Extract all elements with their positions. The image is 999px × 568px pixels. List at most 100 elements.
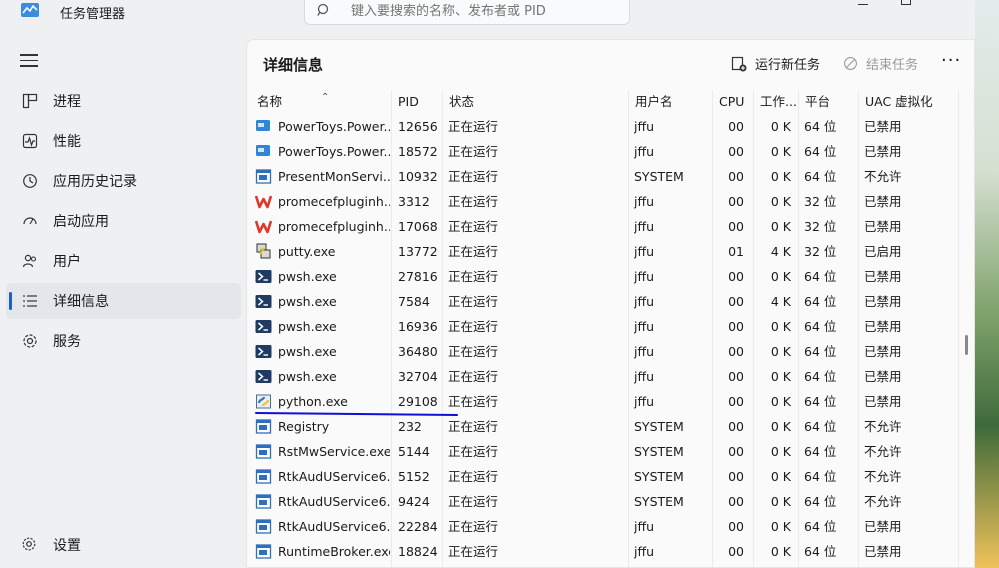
pwsh-process-icon (255, 368, 272, 385)
wps-process-icon (254, 193, 273, 210)
cell-mem: 0 K (770, 119, 791, 134)
cell-user: jffu (634, 319, 655, 334)
cell-mem: 0 K (770, 344, 791, 359)
table-row[interactable]: pwsh.exe 36480 正在运行 jffu 00 0 K 64 位 已禁用 (247, 339, 958, 364)
cell-name: pwsh.exe (278, 344, 337, 359)
cell-uac: 已禁用 (864, 219, 902, 234)
column-header-username[interactable]: 用户名 (628, 90, 712, 114)
table-row[interactable]: PresentMonServi... 10932 正在运行 SYSTEM 00 0 K 64… (247, 164, 958, 189)
cell-platform: 64 位 (804, 169, 837, 184)
cell-platform: 64 位 (804, 294, 837, 309)
table-row[interactable]: RtkAudUService6... 22284 正在运行 jffu 00 0 K 64 位… (247, 514, 958, 539)
cell-name: Registry (278, 419, 330, 434)
sidebar-item-users[interactable]: 用户 (6, 243, 241, 279)
table-row[interactable]: pwsh.exe 16936 正在运行 jffu 00 0 K 64 位 已禁用 (247, 314, 958, 339)
column-header-working-set[interactable]: 工作... (753, 90, 798, 114)
table-row[interactable]: PowerToys.Power... 18572 正在运行 jffu 00 0 K 64 位… (247, 139, 958, 164)
cell-pid: 17068 (398, 219, 438, 234)
cell-platform: 64 位 (804, 419, 837, 434)
close-button[interactable] (940, 0, 986, 8)
table-row[interactable]: pwsh.exe 32704 正在运行 jffu 00 0 K 64 位 已禁用 (247, 364, 958, 389)
cell-user: SYSTEM (634, 444, 684, 459)
table-row[interactable]: promecefpluginh... 17068 正在运行 jffu 00 0 K 32 位… (247, 214, 958, 239)
cell-user: SYSTEM (634, 419, 684, 434)
cell-cpu: 01 (728, 244, 744, 259)
cell-status: 正在运行 (448, 469, 499, 484)
run-new-task-button[interactable]: 运行新任务 (731, 54, 820, 73)
performance-icon (21, 132, 39, 150)
end-task-button[interactable]: 结束任务 (843, 54, 918, 73)
cell-pid: 10932 (398, 169, 438, 184)
table-row[interactable]: pwsh.exe 27816 正在运行 jffu 00 0 K 64 位 已禁用 (247, 264, 958, 289)
column-header-status[interactable]: 状态 (442, 90, 628, 114)
column-header-pid[interactable]: PID (391, 90, 442, 114)
cell-mem: 0 K (770, 369, 791, 384)
cell-name: PowerToys.Power... (278, 144, 390, 159)
cell-platform: 64 位 (804, 269, 837, 284)
settings-button[interactable]: 设置 (6, 528, 241, 562)
cell-cpu: 00 (728, 319, 744, 334)
table-row[interactable]: RstMwService.exe 5144 正在运行 SYSTEM 00 0 K 64 位 不… (247, 439, 958, 464)
table-row[interactable]: Registry 232 正在运行 SYSTEM 00 0 K 64 位 不允许 (247, 414, 958, 439)
column-header-name[interactable]: 名称 ⌃ (251, 90, 391, 114)
cell-uac: 已启用 (864, 244, 902, 259)
title-bar: 任务管理器 (0, 0, 975, 28)
search-icon (317, 3, 329, 16)
cell-uac: 已禁用 (864, 394, 902, 409)
cell-pid: 232 (398, 419, 422, 434)
table-row[interactable]: python.exe 29108 正在运行 jffu 00 0 K 64 位 已禁用 (247, 389, 958, 414)
sidebar-item-app-history[interactable]: 应用历史记录 (6, 163, 241, 199)
menu-toggle-icon[interactable] (20, 54, 38, 68)
cell-name: RuntimeBroker.exe (278, 544, 390, 559)
vertical-scrollbar[interactable] (965, 335, 968, 355)
sort-ascending-icon: ⌃ (321, 92, 330, 103)
cell-pid: 32704 (398, 369, 438, 384)
search-box[interactable] (304, 0, 630, 25)
cell-pid: 18824 (398, 544, 438, 559)
sidebar-item-services[interactable]: 服务 (6, 323, 241, 359)
table-row[interactable]: PowerToys.Power... 12656 正在运行 jffu 00 0 K 64 位… (247, 114, 958, 139)
cell-mem: 0 K (770, 269, 791, 284)
sidebar-item-label: 性能 (53, 134, 81, 150)
cell-status: 正在运行 (448, 519, 499, 534)
cell-cpu: 00 (728, 369, 744, 384)
cell-cpu: 00 (728, 544, 744, 559)
cell-status: 正在运行 (448, 419, 499, 434)
cell-name: putty.exe (278, 244, 336, 259)
more-options-button[interactable]: ··· (941, 50, 961, 71)
cell-mem: 0 K (770, 394, 791, 409)
cell-cpu: 00 (728, 194, 744, 209)
table-row[interactable]: pwsh.exe 7584 正在运行 jffu 00 4 K 64 位 已禁用 (247, 289, 958, 314)
cell-user: jffu (634, 519, 655, 534)
table-row[interactable]: putty.exe 13772 正在运行 jffu 01 4 K 32 位 已启用 (247, 239, 958, 264)
table-row[interactable]: promecefpluginh... 3312 正在运行 jffu 00 0 K 32 位 已… (247, 189, 958, 214)
cell-cpu: 00 (728, 494, 744, 509)
column-header-cpu[interactable]: CPU (712, 90, 753, 114)
cell-cpu: 00 (728, 169, 744, 184)
cell-mem: 0 K (770, 319, 791, 334)
cell-uac: 不允许 (864, 419, 902, 434)
cell-platform: 32 位 (804, 219, 837, 234)
table-row[interactable]: RtkAudUService6... 9424 正在运行 SYSTEM 00 0 K 64 … (247, 489, 958, 514)
cell-uac: 已禁用 (864, 319, 902, 334)
cell-cpu: 00 (728, 519, 744, 534)
cell-pid: 16936 (398, 319, 438, 334)
column-header-platform[interactable]: 平台 (798, 90, 858, 114)
cell-name: pwsh.exe (278, 369, 337, 384)
sidebar-item-details[interactable]: 详细信息 (6, 283, 241, 319)
cell-mem: 0 K (770, 494, 791, 509)
column-header-uac[interactable]: UAC 虚拟化 (858, 90, 958, 114)
cell-name: RtkAudUService6... (278, 469, 390, 484)
search-input[interactable] (349, 0, 623, 23)
cell-cpu: 00 (728, 469, 744, 484)
settings-label: 设置 (53, 538, 81, 554)
sidebar-item-processes[interactable]: 进程 (6, 83, 241, 119)
pwsh-process-icon (255, 268, 272, 285)
cell-uac: 已禁用 (864, 369, 902, 384)
maximize-button[interactable] (883, 0, 929, 8)
table-row[interactable]: RtkAudUService6... 5152 正在运行 SYSTEM 00 0 K 64 … (247, 464, 958, 489)
sidebar-item-performance[interactable]: 性能 (6, 123, 241, 159)
details-panel: 详细信息 运行新任务 结束任务 ··· 名称 ⌃ PID 状态 用户名 CPU … (246, 39, 975, 568)
table-row[interactable]: RuntimeBroker.exe 18824 正在运行 jffu 00 0 K 64 位 已… (247, 539, 958, 564)
sidebar-item-startup-apps[interactable]: 启动应用 (6, 203, 241, 239)
